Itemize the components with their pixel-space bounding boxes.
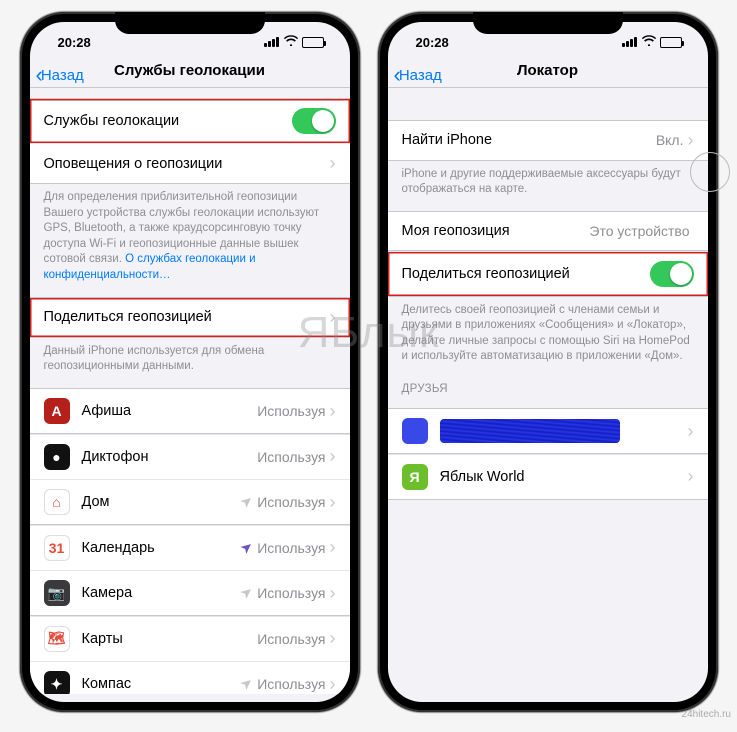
chevron-right-icon: › [688,421,694,442]
row-friend-redacted[interactable]: › [388,408,708,454]
footer-text: iPhone и другие поддерживаемые аксессуар… [388,161,708,202]
nav-bar: ‹ Назад Службы геолокации [30,56,350,88]
row-value: Используя [257,585,325,601]
row-label: Найти iPhone [402,132,656,148]
row-app-афиша[interactable]: A АфишаИспользуя › [30,388,350,434]
row-app-дом[interactable]: ⌂Дом➤Используя› [30,479,350,525]
chevron-right-icon: › [688,466,694,487]
row-app-компас[interactable]: ✦Компас➤Используя› [30,661,350,694]
row-value: Используя [257,403,325,419]
chevron-right-icon: › [330,537,336,558]
cellular-icon [264,35,280,50]
row-app-камера[interactable]: 📷Камера➤Используя› [30,570,350,616]
row-value: Используя [257,449,325,465]
row-label: Яблык World [440,469,688,485]
chevron-right-icon: › [688,130,694,151]
row-value: Используя [257,494,325,510]
row-location-services[interactable]: Службы геолокации [30,98,350,144]
status-time: 20:28 [416,35,449,50]
row-label: Карты [82,631,258,647]
switch-on[interactable] [292,108,336,134]
footer-text: Делитесь своей геопозицией с членами сем… [388,297,708,369]
app-icon: ● [44,444,70,470]
scroll-content[interactable]: Службы геолокации Оповещения о геопозици… [30,88,350,694]
status-time: 20:28 [58,35,91,50]
app-icon: ✦ [44,671,70,694]
chevron-right-icon: › [330,492,336,513]
app-icon: 31 [44,535,70,561]
row-share-location[interactable]: Поделиться геопозицией [388,251,708,297]
avatar-icon: Я [402,464,428,490]
row-label: Дом [82,494,242,510]
avatar-icon [402,418,428,444]
row-value: Используя [257,676,325,692]
row-value: Используя [257,540,325,556]
nav-title: Службы геолокации [114,62,265,79]
app-icon: ⌂ [44,489,70,515]
chevron-right-icon: › [330,153,336,174]
notch [473,12,623,34]
corner-watermark: 24hitech.ru [682,709,731,720]
row-label: Диктофон [82,449,258,465]
battery-icon [660,37,682,48]
row-my-position[interactable]: Моя геопозиция Это устройство [388,211,708,251]
row-label: Оповещения о геопозиции [44,156,330,172]
wifi-icon [284,35,298,49]
notch [115,12,265,34]
back-label: Назад [399,67,442,84]
annotation-circle [690,152,730,192]
row-label: Компас [82,676,242,692]
section-header-friends: ДРУЗЬЯ [388,369,708,399]
app-icon: 📷 [44,580,70,606]
row-find-iphone[interactable]: Найти iPhone Вкл. › [388,120,708,161]
row-friend-yablyk[interactable]: Я Яблык World › [388,454,708,500]
footer-text: Данный iPhone используется для обмена ге… [30,338,350,379]
row-value: Это устройство [589,223,689,239]
app-icon: 🗺 [44,626,70,652]
chevron-right-icon: › [330,401,336,422]
app-icon: A [44,398,70,424]
scroll-content[interactable]: Найти iPhone Вкл. › iPhone и другие подд… [388,88,708,694]
row-label: Календарь [82,540,242,556]
row-label: Поделиться геопозицией [44,309,330,325]
switch-on[interactable] [650,261,694,287]
back-button[interactable]: ‹ Назад [394,62,442,88]
row-app-календарь[interactable]: 31Календарь➤Используя› [30,525,350,571]
back-label: Назад [41,67,84,84]
phone-left: 20:28 ‹ Назад Службы геолокации Службы г… [20,12,360,712]
row-share-location[interactable]: Поделиться геопозицией › [30,297,350,338]
row-app-карты[interactable]: 🗺 КартыИспользуя › [30,616,350,662]
redacted-name [440,419,620,443]
chevron-right-icon: › [330,674,336,694]
nav-title: Локатор [517,62,578,79]
row-label: Камера [82,585,242,601]
apps-list: AАфишаИспользуя›●ДиктофонИспользуя›⌂Дом➤… [30,388,350,694]
row-label: Моя геопозиция [402,223,590,239]
row-value: Вкл. [656,132,684,148]
home-indicator[interactable] [488,703,608,707]
row-label: Поделиться геопозицией [402,266,650,282]
home-indicator[interactable] [130,703,250,707]
footer-text: Для определения приблизительной геопозиц… [30,184,350,287]
chevron-right-icon: › [330,446,336,467]
wifi-icon [642,35,656,49]
back-button[interactable]: ‹ Назад [36,62,84,88]
nav-bar: ‹ Назад Локатор [388,56,708,88]
row-value: Используя [257,631,325,647]
chevron-right-icon: › [330,628,336,649]
cellular-icon [622,35,638,50]
row-label: Службы геолокации [44,113,292,129]
row-label: Афиша [82,403,258,419]
battery-icon [302,37,324,48]
row-app-диктофон[interactable]: ● ДиктофонИспользуя › [30,434,350,480]
row-location-alerts[interactable]: Оповещения о геопозиции › [30,143,350,184]
chevron-right-icon: › [330,307,336,328]
phone-right: 20:28 ‹ Назад Локатор Найти iPhone Вкл. [378,12,718,712]
chevron-right-icon: › [330,583,336,604]
